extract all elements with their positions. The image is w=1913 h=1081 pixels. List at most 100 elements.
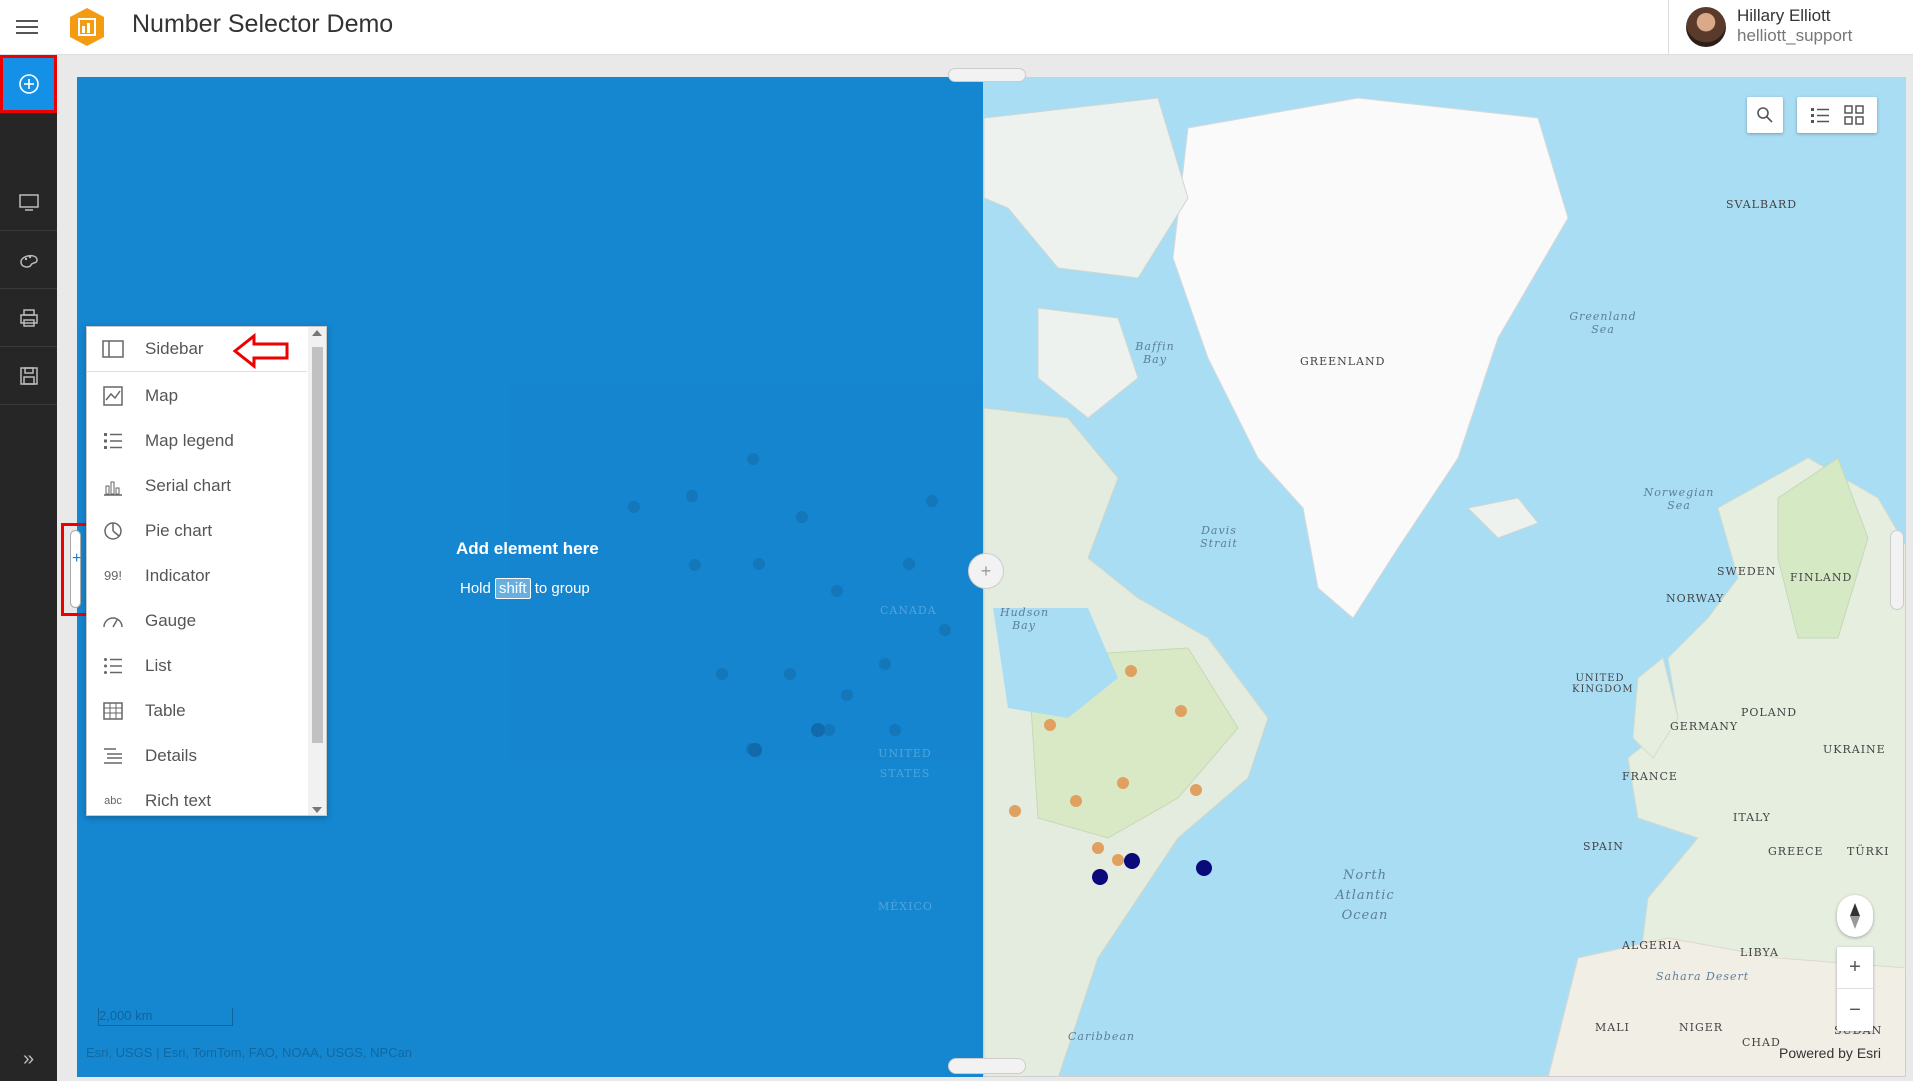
pie-chart-icon xyxy=(101,519,125,543)
map-label: FINLAND xyxy=(1790,571,1853,584)
gauge-icon xyxy=(101,609,125,633)
theme-button[interactable] xyxy=(0,173,57,231)
resize-handle-right[interactable] xyxy=(1890,530,1904,610)
list-icon xyxy=(101,654,125,678)
legend-icon xyxy=(101,429,125,453)
scroll-thumb[interactable] xyxy=(312,347,323,743)
menu-item-list[interactable]: List xyxy=(87,643,307,688)
search-icon xyxy=(1757,107,1773,123)
map-label: SPAIN xyxy=(1583,840,1624,853)
zoom-out-button[interactable]: − xyxy=(1837,989,1873,1031)
print-button[interactable] xyxy=(0,289,57,347)
map-label: CANADA xyxy=(880,604,937,617)
details-icon xyxy=(101,744,125,768)
menu-item-rich-text[interactable]: abc Rich text xyxy=(87,778,307,815)
plus-icon: + xyxy=(72,550,82,567)
indicator-icon: 99! xyxy=(103,568,123,583)
map-label: GERMANY xyxy=(1670,720,1739,733)
menu-item-label: Serial chart xyxy=(145,475,231,495)
save-button[interactable] xyxy=(0,347,57,405)
map-label: POLAND xyxy=(1741,706,1798,719)
element-menu: Sidebar Map Map legend Serial chart Pie … xyxy=(86,326,327,816)
map-label: Caribbean xyxy=(1068,1030,1135,1043)
zoom-controls: + − xyxy=(1837,947,1873,1031)
add-element-title: Add element here xyxy=(456,539,599,558)
map-label: ITALY xyxy=(1733,811,1771,824)
map-label: Hudson Bay xyxy=(1000,606,1050,632)
map-label: FRANCE xyxy=(1622,770,1678,783)
map-label: Davis Strait xyxy=(1200,524,1238,550)
top-header: Number Selector Demo Hillary Elliott hel… xyxy=(0,0,1913,55)
map-layer-tools xyxy=(1797,97,1877,133)
legend-list-icon[interactable] xyxy=(1810,106,1830,124)
menu-item-table[interactable]: Table xyxy=(87,688,307,733)
scroll-up-icon[interactable] xyxy=(312,330,322,336)
map-label: TÜRKI xyxy=(1847,845,1890,858)
map-search-button[interactable] xyxy=(1747,97,1783,133)
menu-item-indicator[interactable]: 99! Indicator xyxy=(87,553,307,598)
map-label: MALI xyxy=(1595,1021,1630,1034)
map-label: Norwegian Sea xyxy=(1643,486,1715,512)
map-label: SWEDEN xyxy=(1717,565,1777,578)
menu-item-label: Map legend xyxy=(145,430,234,450)
user-name: Hillary Elliott xyxy=(1737,6,1831,25)
map-label: LIBYA xyxy=(1740,946,1779,959)
zoom-in-button[interactable]: + xyxy=(1837,947,1873,989)
palette-icon xyxy=(19,254,38,268)
map-attribution: Esri, USGS | Esri, TomTom, FAO, NOAA, US… xyxy=(86,1045,413,1060)
scroll-down-icon[interactable] xyxy=(312,807,322,813)
hint-prefix: Hold xyxy=(460,580,491,597)
menu-item-label: Gauge xyxy=(145,610,197,630)
menu-item-label: Indicator xyxy=(145,565,211,585)
resize-handle-bottom[interactable] xyxy=(948,1058,1026,1074)
menu-item-pie-chart[interactable]: Pie chart xyxy=(87,508,307,553)
menu-item-label: List xyxy=(145,655,172,675)
map-label: UNITED STATES xyxy=(878,747,932,780)
menu-item-label: Table xyxy=(145,700,186,720)
save-icon xyxy=(19,366,38,385)
resize-handle-top[interactable] xyxy=(948,68,1026,82)
map-label: MÉXICO xyxy=(878,900,933,913)
table-icon xyxy=(101,699,125,723)
menu-item-label: Rich text xyxy=(145,790,212,810)
group-hint: Hold shift to group xyxy=(460,578,590,599)
user-handle: helliott_support xyxy=(1737,26,1853,45)
map-label: NIGER xyxy=(1679,1021,1724,1034)
user-menu[interactable]: Hillary Elliott helliott_support xyxy=(1668,0,1913,55)
print-icon xyxy=(19,308,38,327)
map-label: Greenland Sea xyxy=(1569,310,1637,336)
menu-item-map-legend[interactable]: Map legend xyxy=(87,418,307,463)
expand-rail-icon[interactable]: » xyxy=(0,1037,57,1081)
map-label: ALGERIA xyxy=(1622,939,1682,952)
menu-item-details[interactable]: Details xyxy=(87,733,307,778)
serial-chart-icon xyxy=(101,474,125,498)
menu-scrollbar[interactable] xyxy=(308,327,326,815)
menu-item-label: Pie chart xyxy=(145,520,213,540)
style-button[interactable] xyxy=(0,231,57,289)
center-add-handle[interactable]: + xyxy=(968,553,1004,589)
side-handle-track xyxy=(70,530,81,608)
annotation-arrow-icon xyxy=(232,333,289,369)
menu-item-map[interactable]: Map xyxy=(87,373,307,418)
map-label: Baffin Bay xyxy=(1135,340,1175,366)
left-toolbar: » xyxy=(0,55,57,1081)
add-circle-icon xyxy=(18,73,39,94)
hamburger-menu-icon[interactable] xyxy=(16,16,38,38)
map-label: UKRAINE xyxy=(1823,743,1886,756)
compass-button[interactable] xyxy=(1837,895,1873,937)
rich-text-icon: abc xyxy=(104,794,122,807)
map-label: NORWAY xyxy=(1666,592,1725,605)
powered-by: Powered by Esri xyxy=(1779,1045,1881,1061)
map-label: UNITED KINGDOM xyxy=(1572,673,1634,695)
map-label: CHAD xyxy=(1742,1036,1781,1049)
menu-item-label: Map xyxy=(145,385,179,405)
app-title: Number Selector Demo xyxy=(132,10,394,38)
menu-item-serial-chart[interactable]: Serial chart xyxy=(87,463,307,508)
hint-suffix: to group xyxy=(534,580,590,597)
sidebar-icon xyxy=(101,337,125,361)
menu-item-gauge[interactable]: Gauge xyxy=(87,598,307,643)
basemap-gallery-icon[interactable] xyxy=(1844,105,1864,125)
add-element-button[interactable] xyxy=(0,55,57,113)
compass-icon xyxy=(1850,903,1860,929)
map-icon xyxy=(101,384,125,408)
